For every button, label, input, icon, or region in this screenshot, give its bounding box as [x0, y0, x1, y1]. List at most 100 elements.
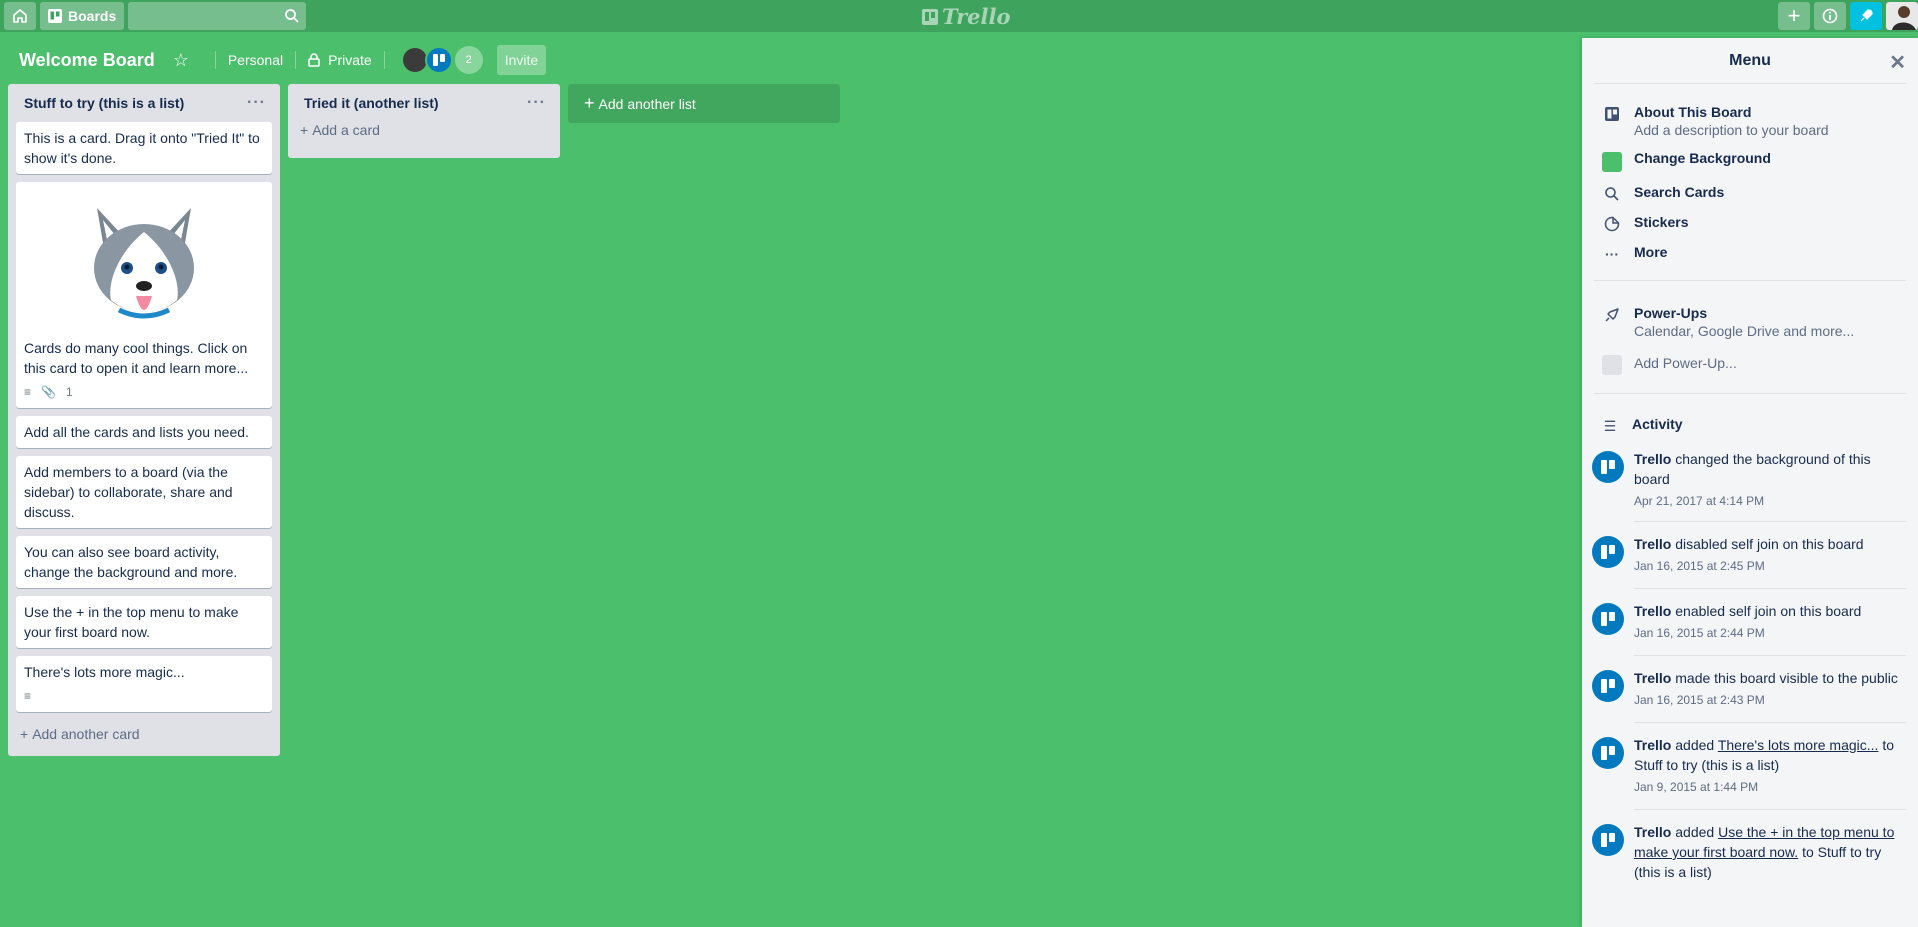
- power-ups-desc: Calendar, Google Drive and more...: [1634, 323, 1855, 339]
- board-header: Welcome Board ☆ Personal Private 2 Invit…: [0, 40, 1580, 80]
- activity-text: enabled self join on this board: [1671, 603, 1862, 619]
- list-menu-icon[interactable]: ···: [247, 94, 266, 112]
- lock-icon: [308, 53, 320, 67]
- card-with-cover[interactable]: Cards do many cool things. Click on this…: [16, 182, 272, 408]
- card-text: Cards do many cool things. Click on this…: [24, 340, 249, 376]
- trello-icon: [1601, 612, 1615, 626]
- info-button[interactable]: [1814, 2, 1846, 30]
- card[interactable]: Add members to a board (via the sidebar)…: [16, 456, 272, 528]
- card-text: This is a card. Drag it onto "Tried It" …: [24, 130, 260, 166]
- add-card-label: Add a card: [312, 122, 380, 138]
- sticker-icon: [1604, 216, 1620, 232]
- activity-actor[interactable]: Trello: [1634, 824, 1671, 840]
- activity-actor[interactable]: Trello: [1634, 737, 1671, 753]
- visibility-label: Private: [328, 52, 372, 68]
- activity-timestamp[interactable]: Jan 9, 2015 at 1:44 PM: [1634, 777, 1906, 797]
- team-button[interactable]: Personal: [228, 52, 283, 68]
- list-header[interactable]: Tried it (another list) ···: [296, 84, 552, 122]
- attachment-count: 1: [65, 385, 73, 399]
- about-board-item[interactable]: About This Board Add a description to you…: [1582, 104, 1918, 138]
- member-avatar-trello[interactable]: [424, 46, 453, 74]
- activity-entry: Trello added There's lots more magic... …: [1582, 735, 1918, 797]
- divider: [383, 51, 385, 69]
- search-cards-item[interactable]: Search Cards: [1582, 184, 1918, 202]
- change-background-item[interactable]: Change Background: [1582, 150, 1918, 172]
- trello-logo[interactable]: Trello: [922, 4, 1011, 29]
- add-list-button[interactable]: + Add another list: [568, 84, 840, 123]
- user-avatar[interactable]: [1886, 2, 1918, 30]
- activity-text: disabled self join on this board: [1671, 536, 1864, 552]
- stickers-item[interactable]: Stickers: [1582, 214, 1918, 232]
- divider: [214, 51, 216, 69]
- plus-icon: +: [1787, 3, 1801, 28]
- activity-entry: Trello changed the background of this bo…: [1582, 449, 1918, 511]
- trello-icon: [1601, 833, 1615, 847]
- notifications-button[interactable]: [1850, 2, 1882, 30]
- power-ups-title: Power-Ups: [1634, 305, 1708, 321]
- search-cards-label: Search Cards: [1634, 184, 1725, 200]
- card-text: Add all the cards and lists you need.: [24, 424, 249, 440]
- activity-entry: Trello added Use the + in the top menu t…: [1582, 822, 1918, 882]
- activity-entry: Trello made this board visible to the pu…: [1582, 668, 1918, 710]
- search-input[interactable]: [128, 2, 307, 30]
- trello-avatar[interactable]: [1592, 824, 1624, 856]
- trello-logo-icon: [922, 8, 938, 25]
- activity-timestamp[interactable]: Jan 16, 2015 at 2:43 PM: [1634, 690, 1906, 710]
- activity-timestamp[interactable]: Jan 16, 2015 at 2:45 PM: [1634, 556, 1906, 576]
- activity-actor[interactable]: Trello: [1634, 603, 1671, 619]
- board-title[interactable]: Welcome Board: [19, 50, 155, 71]
- activity-text: added: [1671, 824, 1719, 840]
- activity-actor[interactable]: Trello: [1634, 536, 1671, 552]
- stickers-label: Stickers: [1634, 214, 1689, 230]
- list-menu-icon[interactable]: ···: [527, 94, 546, 112]
- home-button[interactable]: [4, 2, 36, 30]
- add-power-up-item[interactable]: Add Power-Up...: [1582, 353, 1918, 375]
- about-title: About This Board: [1634, 104, 1752, 120]
- power-ups-item[interactable]: Power-Ups Calendar, Google Drive and more…: [1582, 305, 1918, 339]
- activity-actor[interactable]: Trello: [1634, 670, 1671, 686]
- activity-entry: Trello enabled self join on this board J…: [1582, 601, 1918, 643]
- card[interactable]: There's lots more magic... ≡: [16, 656, 272, 712]
- list-title[interactable]: Tried it (another list): [304, 95, 439, 111]
- add-card-label: Add another card: [32, 726, 140, 742]
- activity-timestamp[interactable]: Jan 16, 2015 at 2:44 PM: [1634, 623, 1906, 643]
- card[interactable]: Add all the cards and lists you need.: [16, 416, 272, 448]
- more-icon: ···: [1605, 246, 1619, 262]
- power-up-placeholder-icon: [1602, 355, 1622, 375]
- activity-text: added: [1671, 737, 1718, 753]
- add-card-button[interactable]: + Add a card: [296, 122, 552, 146]
- card[interactable]: This is a card. Drag it onto "Tried It" …: [16, 122, 272, 174]
- trello-avatar[interactable]: [1592, 670, 1624, 702]
- list-header[interactable]: Stuff to try (this is a list) ···: [16, 84, 272, 122]
- visibility-button[interactable]: Private: [308, 52, 372, 68]
- trello-avatar[interactable]: [1592, 536, 1624, 568]
- invite-button[interactable]: Invite: [496, 45, 547, 75]
- trello-avatar[interactable]: [1592, 737, 1624, 769]
- activity-card-link[interactable]: There's lots more magic...: [1718, 737, 1879, 753]
- add-list-label: Add another list: [598, 95, 696, 112]
- card[interactable]: Use the + in the top menu to make your f…: [16, 596, 272, 648]
- activity-icon: ☰: [1603, 418, 1617, 434]
- plus-icon: +: [584, 93, 595, 113]
- board-menu-panel: Menu ✕ About This Board Add a description…: [1582, 38, 1918, 927]
- create-button[interactable]: +: [1778, 2, 1810, 30]
- search-icon: [1605, 187, 1619, 201]
- more-item[interactable]: ··· More: [1582, 244, 1918, 262]
- trello-avatar[interactable]: [1592, 603, 1624, 635]
- logo-text: Trello: [942, 4, 1011, 29]
- search-icon[interactable]: [284, 8, 300, 24]
- boards-button[interactable]: Boards: [40, 2, 125, 30]
- activity-timestamp[interactable]: Apr 21, 2017 at 4:14 PM: [1634, 491, 1906, 511]
- divider: [295, 51, 297, 69]
- add-power-up-label: Add Power-Up...: [1634, 355, 1737, 371]
- star-icon[interactable]: ☆: [173, 50, 189, 71]
- activity-header: ☰ Activity: [1582, 416, 1918, 435]
- card[interactable]: You can also see board activity, change …: [16, 536, 272, 588]
- activity-actor[interactable]: Trello: [1634, 451, 1671, 467]
- add-card-button[interactable]: + Add another card: [16, 720, 272, 750]
- list-title[interactable]: Stuff to try (this is a list): [24, 95, 184, 111]
- trello-icon: [432, 54, 445, 66]
- member-count-badge[interactable]: 2: [454, 46, 483, 74]
- trello-avatar[interactable]: [1592, 451, 1624, 483]
- close-icon[interactable]: ✕: [1889, 50, 1906, 75]
